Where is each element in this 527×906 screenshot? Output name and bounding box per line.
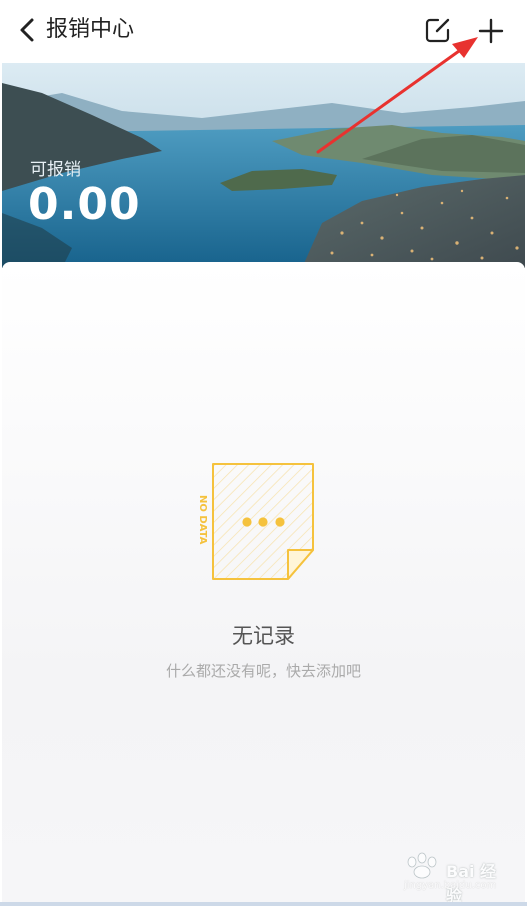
balance-label: 可报销 — [30, 160, 81, 180]
no-data-icon: NO DATA — [197, 463, 314, 580]
watermark-url: jingyan.baidu.com — [404, 880, 497, 891]
chevron-left-icon[interactable] — [16, 16, 38, 44]
page-title: 报销中心 — [46, 17, 135, 42]
bottom-edge — [0, 902, 527, 906]
balance-value: 0.00 — [28, 179, 141, 230]
empty-state-title: 无记录 — [232, 624, 295, 648]
paw-logo-icon — [407, 852, 437, 879]
top-nav-bar: 报销中心 — [0, 0, 527, 63]
balance-banner: 可报销 0.00 — [2, 63, 525, 268]
baidu-jingyan-watermark: Bai 经验 jingyan.baidu.com — [402, 852, 512, 905]
no-data-text: NO DATA — [197, 495, 208, 545]
edit-icon[interactable] — [424, 16, 452, 44]
plus-icon[interactable] — [476, 16, 506, 46]
reimbursement-center-screen: 报销中心 可报销 0.00 NO DATA 无记录 什么都还没有呢，快去添加吧 … — [0, 0, 527, 906]
empty-state-subtitle: 什么都还没有呢，快去添加吧 — [165, 662, 361, 680]
